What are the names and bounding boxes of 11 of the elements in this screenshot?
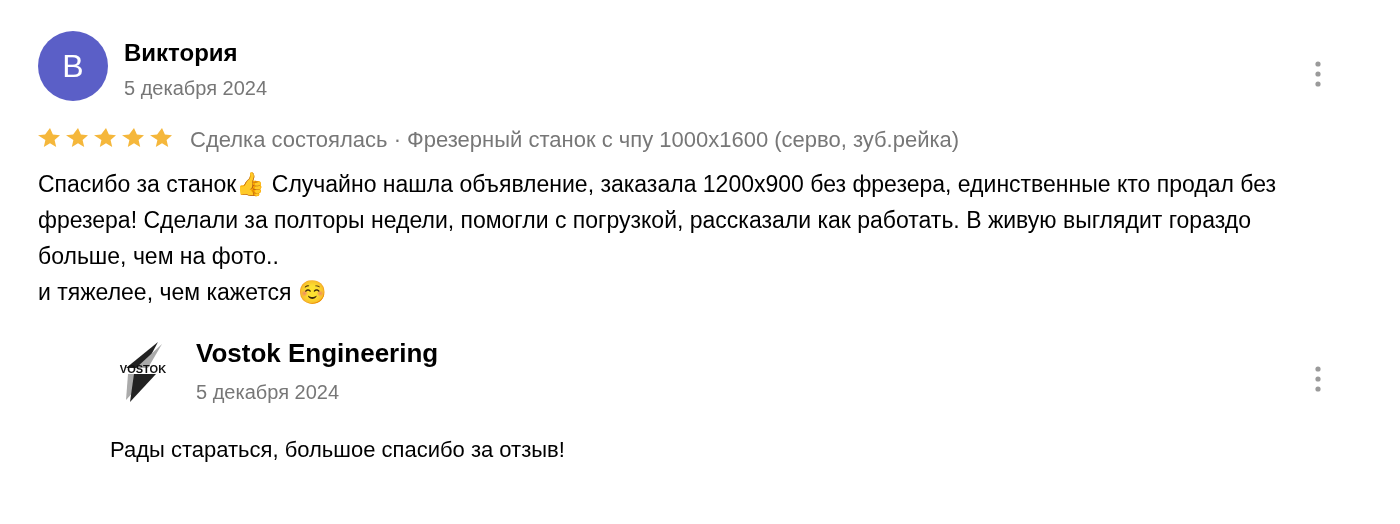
more-icon[interactable]	[1314, 366, 1322, 392]
review-text: Спасибо за станок👍 Случайно нашла объявление, заказала 1200x900 без фрезера, единственные кто продал без фрезера! Сделали за полторы недели, помогли с погрузкой, рассказали как работать. В живую выглядит гораздо больше, чем на фото..	[38, 170, 1278, 271]
more-icon[interactable]	[1314, 61, 1322, 87]
reply-text: Рады стараться, большое спасибо за отзыв!	[110, 436, 566, 464]
review-text: и тяжелее, чем кажется ☺	[38, 278, 328, 307]
review-date: 5 декабря 2024	[124, 76, 269, 101]
avatar: B	[38, 31, 108, 101]
author-name: Виктория	[124, 38, 239, 68]
deal-info: Сделка состоялась · Фрезерный станок с чпу 1000x1600 (серво, зуб.рейка)	[190, 126, 960, 154]
author-name: Vostok Engineering	[196, 337, 440, 370]
reply-date: 5 декабря 2024	[196, 380, 341, 405]
